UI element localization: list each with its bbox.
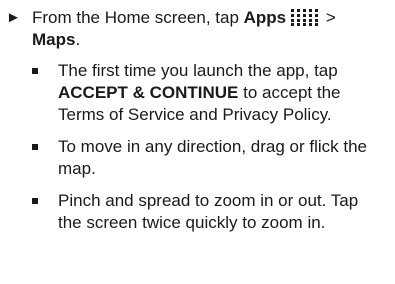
step-text: From the Home screen, tap Apps > Maps. (32, 7, 392, 51)
bullet-text-pre: Pinch and spread to zoom in or out. Tap … (58, 191, 359, 232)
bullet-item-zoom: Pinch and spread to zoom in or out. Tap … (32, 190, 382, 234)
bullet-text-pre: To move in any direction, drag or flick … (58, 137, 367, 178)
maps-label: Maps (32, 30, 76, 49)
bullet-list: The first time you launch the app, tap A… (32, 60, 382, 244)
instruction-document: ► From the Home screen, tap Apps > Maps.… (0, 0, 395, 284)
bullet-item-move: To move in any direction, drag or flick … (32, 136, 382, 180)
bullet-text-bold: ACCEPT & CONTINUE (58, 83, 239, 102)
square-bullet-icon (32, 144, 38, 150)
apps-label: Apps (243, 8, 287, 27)
step-separator: > (321, 8, 336, 27)
square-bullet-icon (32, 68, 38, 74)
square-bullet-icon (32, 198, 38, 204)
bullet-item-accept: The first time you launch the app, tap A… (32, 60, 382, 126)
apps-grid-icon (289, 8, 319, 26)
step-arrow-icon: ► (6, 9, 21, 26)
step-text-before: From the Home screen, tap (32, 8, 244, 27)
bullet-text-pre: The first time you launch the app, tap (58, 61, 338, 80)
step-period: . (75, 30, 81, 49)
